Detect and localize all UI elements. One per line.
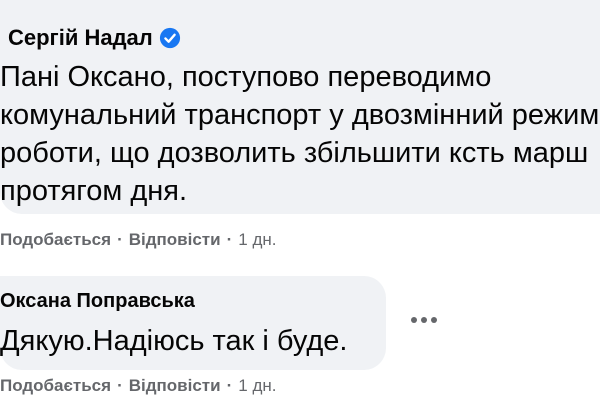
comment-text-line: комунальний транспорт у двозмінний режим (0, 99, 600, 131)
comment-text-line: протягом дня. (0, 175, 188, 207)
separator-dot: · (117, 230, 123, 249)
verified-badge-icon (159, 27, 180, 49)
more-options-icon (421, 317, 427, 323)
comments-thread: Сергій Надал Пані Оксано, поступово пере… (0, 0, 600, 400)
comment-text-line: Пані Оксано, поступово переводимо (0, 61, 492, 93)
comment-author-row: Сергій Надал (8, 24, 181, 52)
more-options-icon (411, 317, 417, 323)
comment-author-name[interactable]: Сергій Надал (8, 24, 153, 52)
separator-dot: · (226, 376, 233, 395)
separator-dot: · (117, 376, 123, 395)
separator-dot: · (226, 230, 233, 249)
reply-button[interactable]: Відповісти (129, 376, 221, 396)
like-button[interactable]: Подобається (0, 376, 111, 396)
comment-actions: Подобається · Відповісти · 1 дн. (0, 230, 276, 250)
comment-actions: Подобається · Відповісти · 1 дн. (0, 376, 276, 396)
reply-button[interactable]: Відповісти (129, 230, 221, 250)
more-options-icon (431, 317, 437, 323)
comment-text-line: роботи, що дозволить збільшити ксть марш (0, 137, 589, 169)
more-options-button[interactable] (404, 300, 444, 340)
comment-text: Пані Оксано, поступово переводимо комуна… (0, 58, 600, 210)
like-button[interactable]: Подобається (0, 230, 111, 250)
comment-text: Дякую.Надіюсь так і буде. (0, 325, 348, 357)
comment-timestamp[interactable]: 1 дн. (238, 230, 276, 250)
comment-author-name[interactable]: Оксана Поправська (0, 288, 195, 314)
comment-timestamp[interactable]: 1 дн. (238, 376, 276, 396)
